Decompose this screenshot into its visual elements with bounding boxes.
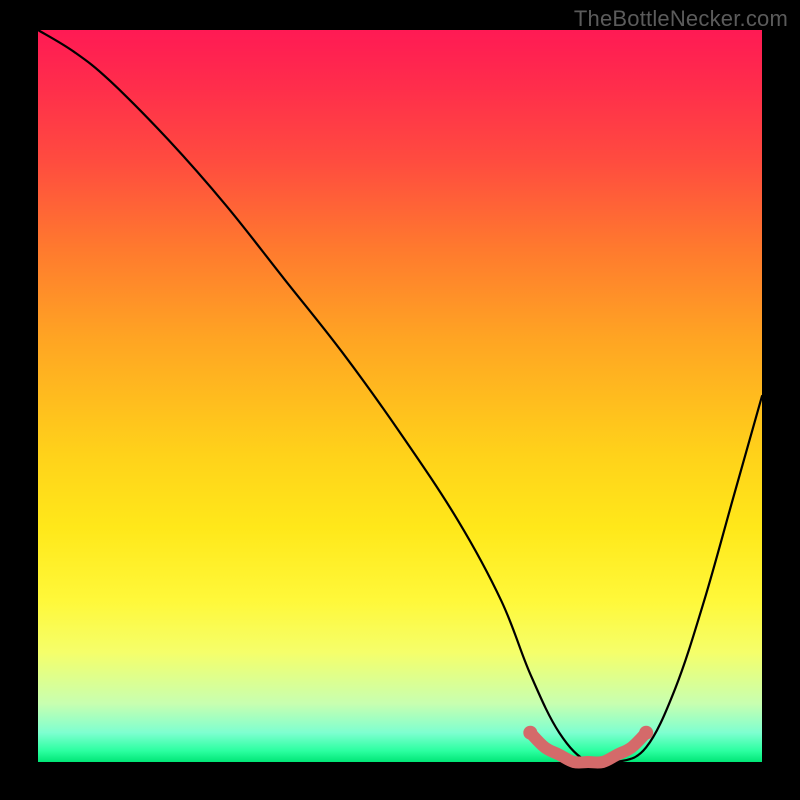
plot-area bbox=[38, 30, 762, 762]
curve-layer bbox=[38, 30, 762, 762]
bottleneck-curve bbox=[38, 30, 762, 765]
highlight-start-dot bbox=[523, 726, 537, 740]
chart-frame: TheBottleNecker.com bbox=[0, 0, 800, 800]
optimal-range-highlight bbox=[530, 733, 646, 763]
highlight-end-dot bbox=[639, 726, 653, 740]
attribution-label: TheBottleNecker.com bbox=[574, 6, 788, 32]
